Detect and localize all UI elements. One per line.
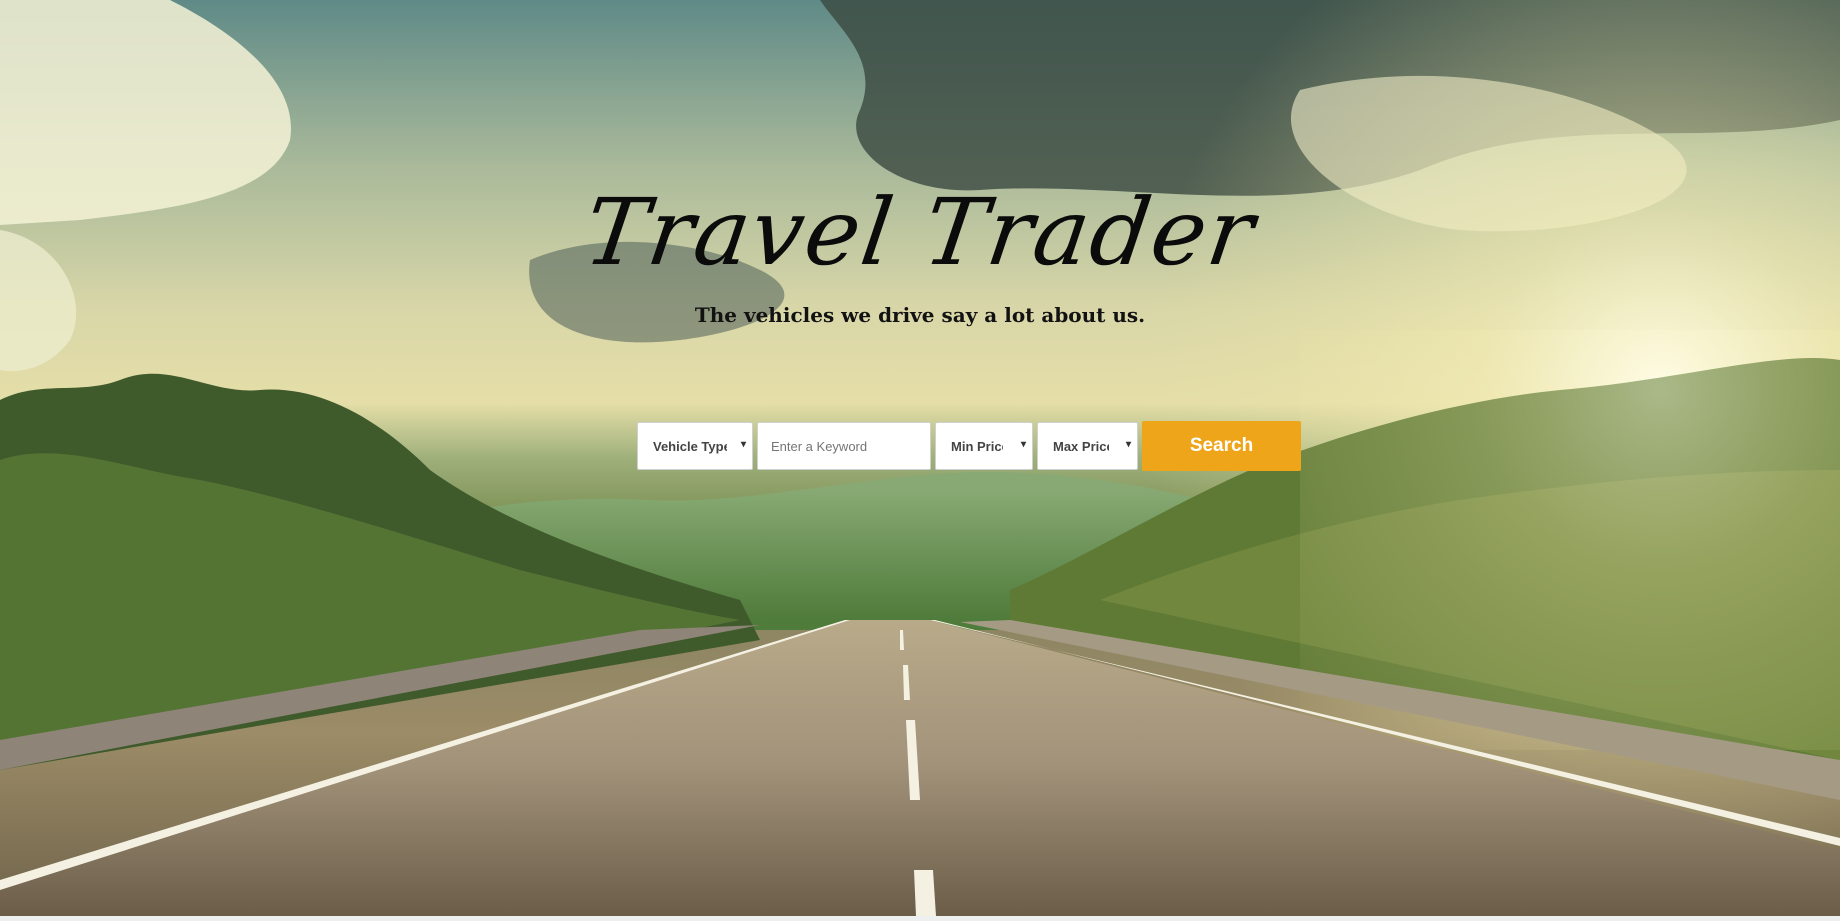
hero-section: Travel Trader The vehicles we drive say …	[0, 0, 1840, 916]
max-price-select[interactable]: Max Price ▾	[1037, 422, 1138, 470]
min-price-select[interactable]: Min Price ▾	[935, 422, 1033, 470]
vehicle-type-value: Vehicle Type	[653, 438, 727, 454]
search-button[interactable]: Search	[1142, 421, 1301, 471]
max-price-value: Max Price	[1053, 438, 1109, 454]
site-tagline: The vehicles we drive say a lot about us…	[694, 303, 1146, 327]
keyword-input[interactable]	[757, 422, 931, 470]
chevron-down-icon: ▾	[1125, 439, 1131, 450]
vehicle-search-bar: Vehicle Type ▾ Min Price ▾ Max Price ▾ S…	[637, 421, 1301, 472]
chevron-down-icon: ▾	[1020, 439, 1026, 450]
min-price-value: Min Price	[951, 438, 1003, 454]
site-title: Travel Trader	[578, 179, 1262, 286]
page-bottom-edge	[0, 916, 1840, 921]
chevron-down-icon: ▾	[740, 439, 746, 450]
vehicle-type-select[interactable]: Vehicle Type ▾	[637, 422, 753, 470]
